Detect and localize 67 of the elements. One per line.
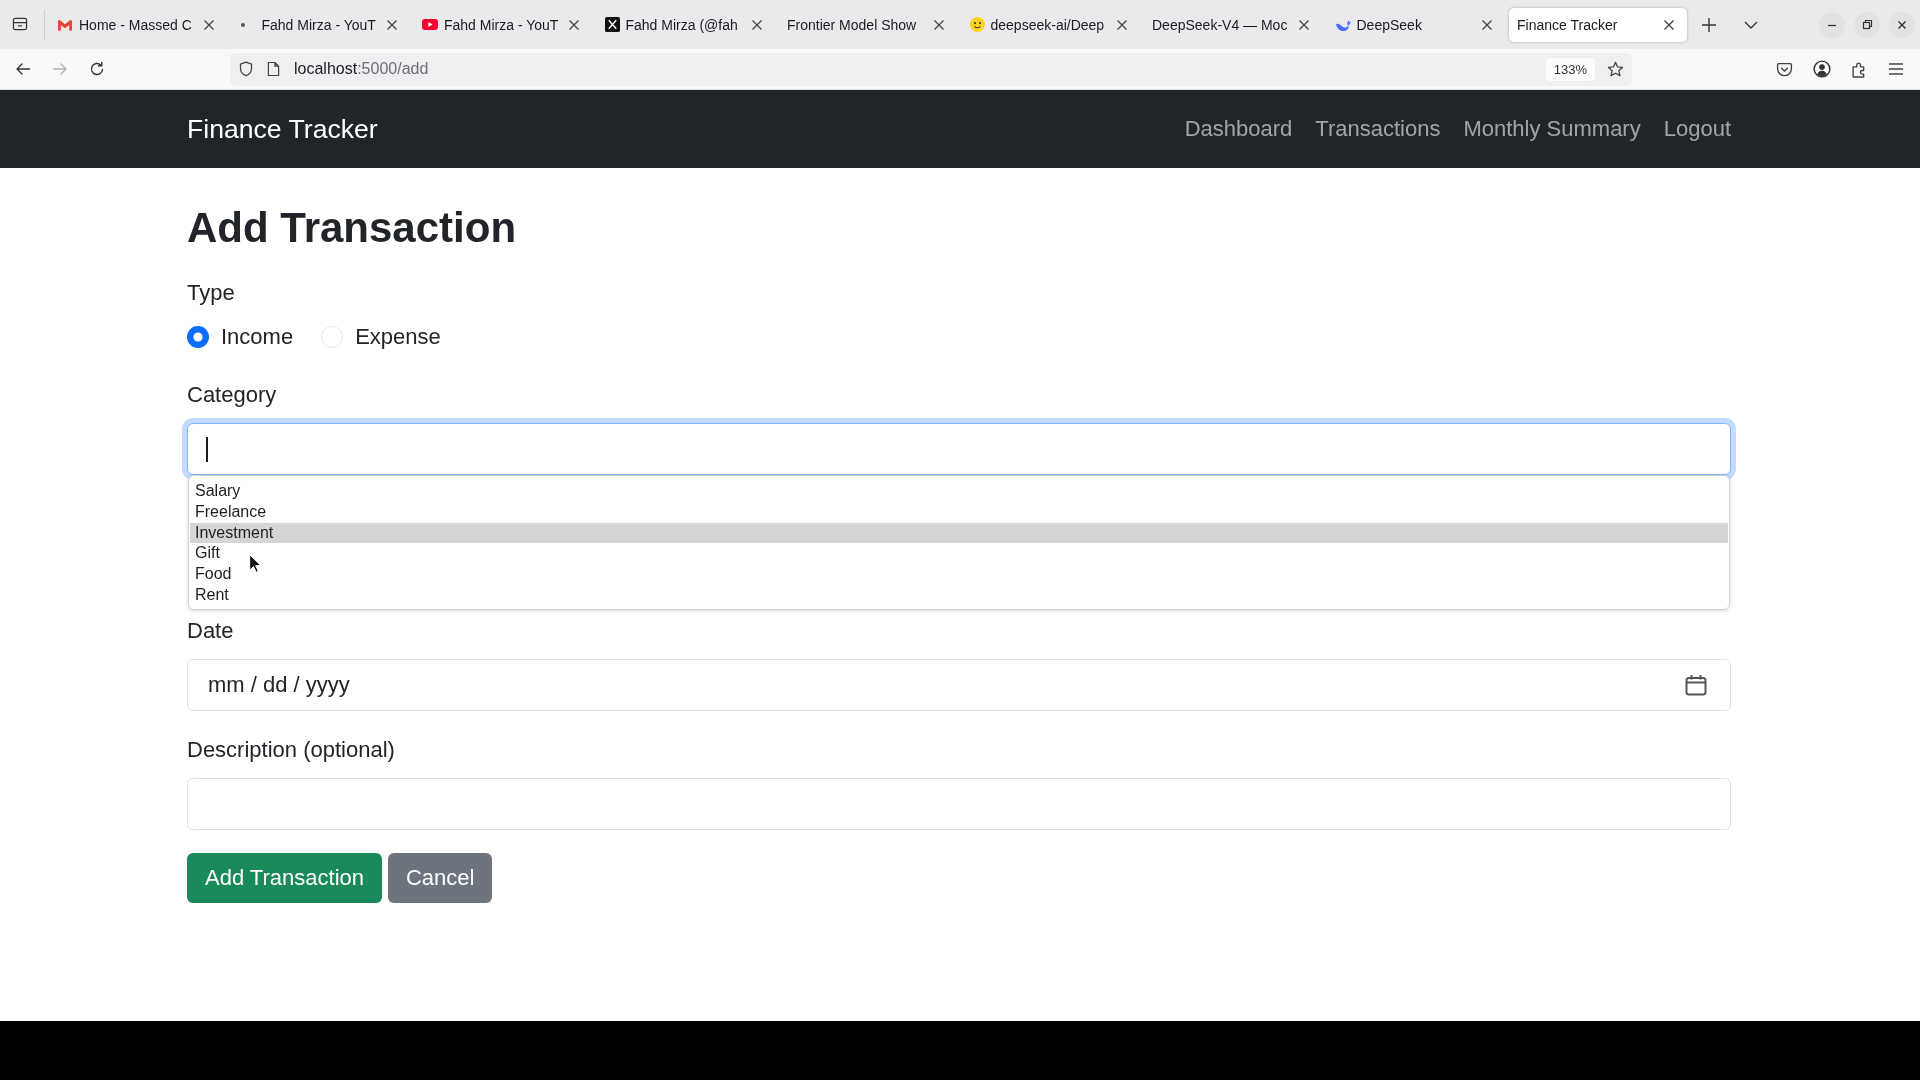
field-label: Type <box>187 279 235 307</box>
nav-link[interactable]: Transactions <box>1303 116 1452 142</box>
page-heading: Add Transaction <box>187 203 517 253</box>
brand-link[interactable]: Finance Tracker <box>187 113 378 145</box>
suggestion-item[interactable]: Salary <box>190 481 1728 502</box>
chevron-badge-icon[interactable] <box>1776 60 1793 78</box>
nav-link[interactable]: Monthly Summary <box>1451 116 1653 142</box>
close-icon[interactable] <box>204 19 214 30</box>
suggestion-item[interactable]: Investment <box>190 522 1728 544</box>
radio-button[interactable] <box>187 326 209 348</box>
play-icon <box>422 19 438 30</box>
close-icon[interactable] <box>1116 19 1127 30</box>
m-icon <box>57 18 73 31</box>
address-bar[interactable]: localhost:5000/add 133% <box>230 52 1632 86</box>
menu-icon[interactable] <box>1888 62 1904 76</box>
close-icon[interactable] <box>386 19 397 30</box>
radio-label[interactable]: Income <box>221 321 294 353</box>
field-label: Category <box>187 381 277 409</box>
field-label: Description (optional) <box>187 736 395 764</box>
close-icon[interactable] <box>1481 19 1492 30</box>
browser-tab[interactable]: DeepSeek-V4 — Moc <box>1144 7 1322 42</box>
browser-tab[interactable]: Fahd Mirza - YouT <box>231 7 410 42</box>
browser-tab[interactable]: Frontier Model Show <box>779 7 957 42</box>
star-icon[interactable] <box>1607 60 1624 78</box>
shield-icon[interactable] <box>238 61 254 77</box>
chevron-down-icon[interactable] <box>1744 20 1758 29</box>
browser-tab[interactable]: Home - Massed C <box>49 7 227 42</box>
calendar-icon[interactable] <box>1685 674 1707 696</box>
category-input[interactable] <box>187 423 1731 475</box>
tray-icon[interactable] <box>12 17 28 32</box>
close-icon[interactable] <box>1299 19 1309 30</box>
restore-icon[interactable] <box>1854 11 1880 38</box>
close-icon[interactable] <box>1664 19 1674 30</box>
smiley-icon <box>969 17 985 32</box>
nav-link[interactable]: Logout <box>1652 116 1731 142</box>
text-cursor-icon <box>206 437 208 462</box>
suggestion-item[interactable]: Gift <box>190 543 1728 565</box>
nav-link[interactable]: Dashboard <box>1173 116 1304 142</box>
suggestion-item[interactable]: Freelance <box>190 501 1728 523</box>
suggestion-item[interactable]: Rent <box>190 585 1728 606</box>
whale-icon <box>1334 17 1351 32</box>
browser-tab[interactable]: deepseek-ai/Deep <box>961 7 1140 42</box>
zoom-level-button[interactable]: 133% <box>1545 57 1595 81</box>
mouse-pointer-icon <box>249 554 261 573</box>
plus-icon[interactable] <box>1702 17 1716 32</box>
close-icon[interactable] <box>934 19 944 30</box>
cancel-button[interactable]: Cancel <box>388 853 493 903</box>
reload-icon[interactable] <box>89 61 105 77</box>
page-icon[interactable] <box>267 61 280 77</box>
submit-button[interactable]: Add Transaction <box>187 853 382 903</box>
account-icon[interactable] <box>1813 60 1831 78</box>
radio-button[interactable] <box>321 326 344 348</box>
url-text[interactable]: localhost:5000/add <box>294 60 429 78</box>
description-input[interactable] <box>187 778 1731 830</box>
date-input[interactable]: mm / dd / yyyy <box>187 659 1731 711</box>
suggestion-item[interactable]: Food <box>190 564 1728 585</box>
dot-icon <box>240 22 245 27</box>
radio-label[interactable]: Expense <box>355 321 441 353</box>
x-square-icon <box>604 17 620 32</box>
back-icon[interactable] <box>15 61 31 77</box>
field-label: Date <box>187 617 234 645</box>
browser-tab[interactable]: Fahd Mirza (@fah <box>596 7 775 42</box>
browser-tab[interactable]: Fahd Mirza - YouT <box>414 7 592 42</box>
browser-tab[interactable]: DeepSeek <box>1326 7 1505 42</box>
close-icon[interactable] <box>569 19 579 30</box>
close-icon[interactable] <box>751 19 762 30</box>
browser-tab[interactable]: Finance Tracker <box>1509 7 1687 42</box>
